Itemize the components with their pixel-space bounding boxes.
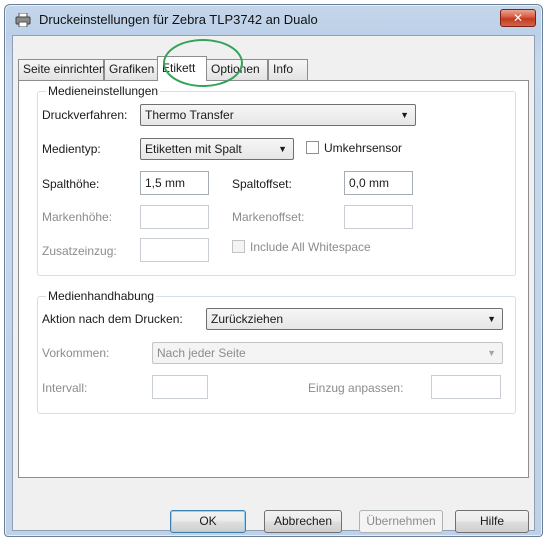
window-title: Druckeinstellungen für Zebra TLP3742 an … <box>39 12 318 27</box>
include-whitespace-label: Include All Whitespace <box>250 240 371 254</box>
print-method-label: Druckverfahren: <box>42 108 128 122</box>
media-settings-group: Medieneinstellungen Druckverfahren: Ther… <box>37 84 516 276</box>
tab-grafiken[interactable]: Grafiken <box>104 59 159 80</box>
print-method-value: Thermo Transfer <box>145 108 234 122</box>
print-method-dropdown[interactable]: Thermo Transfer ▼ <box>140 104 416 126</box>
etikett-panel: Medieneinstellungen Druckverfahren: Ther… <box>18 80 529 478</box>
ok-button[interactable]: OK <box>170 510 246 533</box>
chevron-down-icon: ▼ <box>400 110 409 120</box>
media-handling-title: Medienhandhabung <box>46 289 157 303</box>
interval-input[interactable] <box>152 375 208 399</box>
tab-etikett[interactable]: Etikett <box>157 56 207 81</box>
action-after-print-dropdown[interactable]: Zurückziehen ▼ <box>206 308 503 330</box>
media-handling-group: Medienhandhabung Aktion nach dem Drucken… <box>37 289 516 414</box>
extra-feed-input[interactable] <box>140 238 209 262</box>
chevron-down-icon: ▼ <box>278 144 287 154</box>
chevron-down-icon: ▼ <box>487 314 496 324</box>
tab-seite-einrichten[interactable]: Seite einrichten <box>18 59 106 80</box>
gap-height-input[interactable]: 1,5 mm <box>140 171 209 195</box>
printer-icon <box>15 13 31 27</box>
mark-offset-input[interactable] <box>344 205 413 229</box>
apply-button[interactable]: Übernehmen <box>359 510 443 533</box>
chevron-down-icon: ▼ <box>487 348 496 358</box>
media-settings-title: Medieneinstellungen <box>46 84 161 98</box>
occurrence-label: Vorkommen: <box>42 346 110 360</box>
mark-height-input[interactable] <box>140 205 209 229</box>
feed-adjust-input[interactable] <box>431 375 501 399</box>
media-type-label: Medientyp: <box>42 142 101 156</box>
title-bar: Druckeinstellungen für Zebra TLP3742 an … <box>5 5 542 35</box>
gap-height-label: Spalthöhe: <box>42 177 100 191</box>
action-after-print-value: Zurückziehen <box>211 312 284 326</box>
occurrence-dropdown[interactable]: Nach jeder Seite ▼ <box>152 342 503 364</box>
extra-feed-label: Zusatzeinzug: <box>42 244 117 258</box>
gap-offset-label: Spaltoffset: <box>232 177 292 191</box>
action-after-print-label: Aktion nach dem Drucken: <box>42 312 183 326</box>
gap-offset-input[interactable]: 0,0 mm <box>344 171 413 195</box>
include-whitespace-checkbox[interactable] <box>232 240 245 253</box>
feed-adjust-label: Einzug anpassen: <box>308 381 404 395</box>
help-button[interactable]: Hilfe <box>455 510 529 533</box>
occurrence-value: Nach jeder Seite <box>157 346 246 360</box>
cancel-button[interactable]: Abbrechen <box>264 510 342 533</box>
interval-label: Intervall: <box>42 381 88 395</box>
dialog-client-area: Seite einrichten Grafiken Etikett Option… <box>12 35 535 533</box>
tab-info[interactable]: Info <box>268 59 308 80</box>
tab-optionen[interactable]: Optionen <box>206 59 268 80</box>
print-settings-dialog: Druckeinstellungen für Zebra TLP3742 an … <box>4 4 543 537</box>
reverse-sensor-checkbox[interactable] <box>306 141 319 154</box>
close-button[interactable]: ✕ <box>500 9 536 27</box>
media-type-value: Etiketten mit Spalt <box>145 142 242 156</box>
mark-height-label: Markenhöhe: <box>42 210 113 224</box>
media-type-dropdown[interactable]: Etiketten mit Spalt ▼ <box>140 138 294 160</box>
reverse-sensor-label: Umkehrsensor <box>324 141 403 155</box>
mark-offset-label: Markenoffset: <box>232 210 305 224</box>
